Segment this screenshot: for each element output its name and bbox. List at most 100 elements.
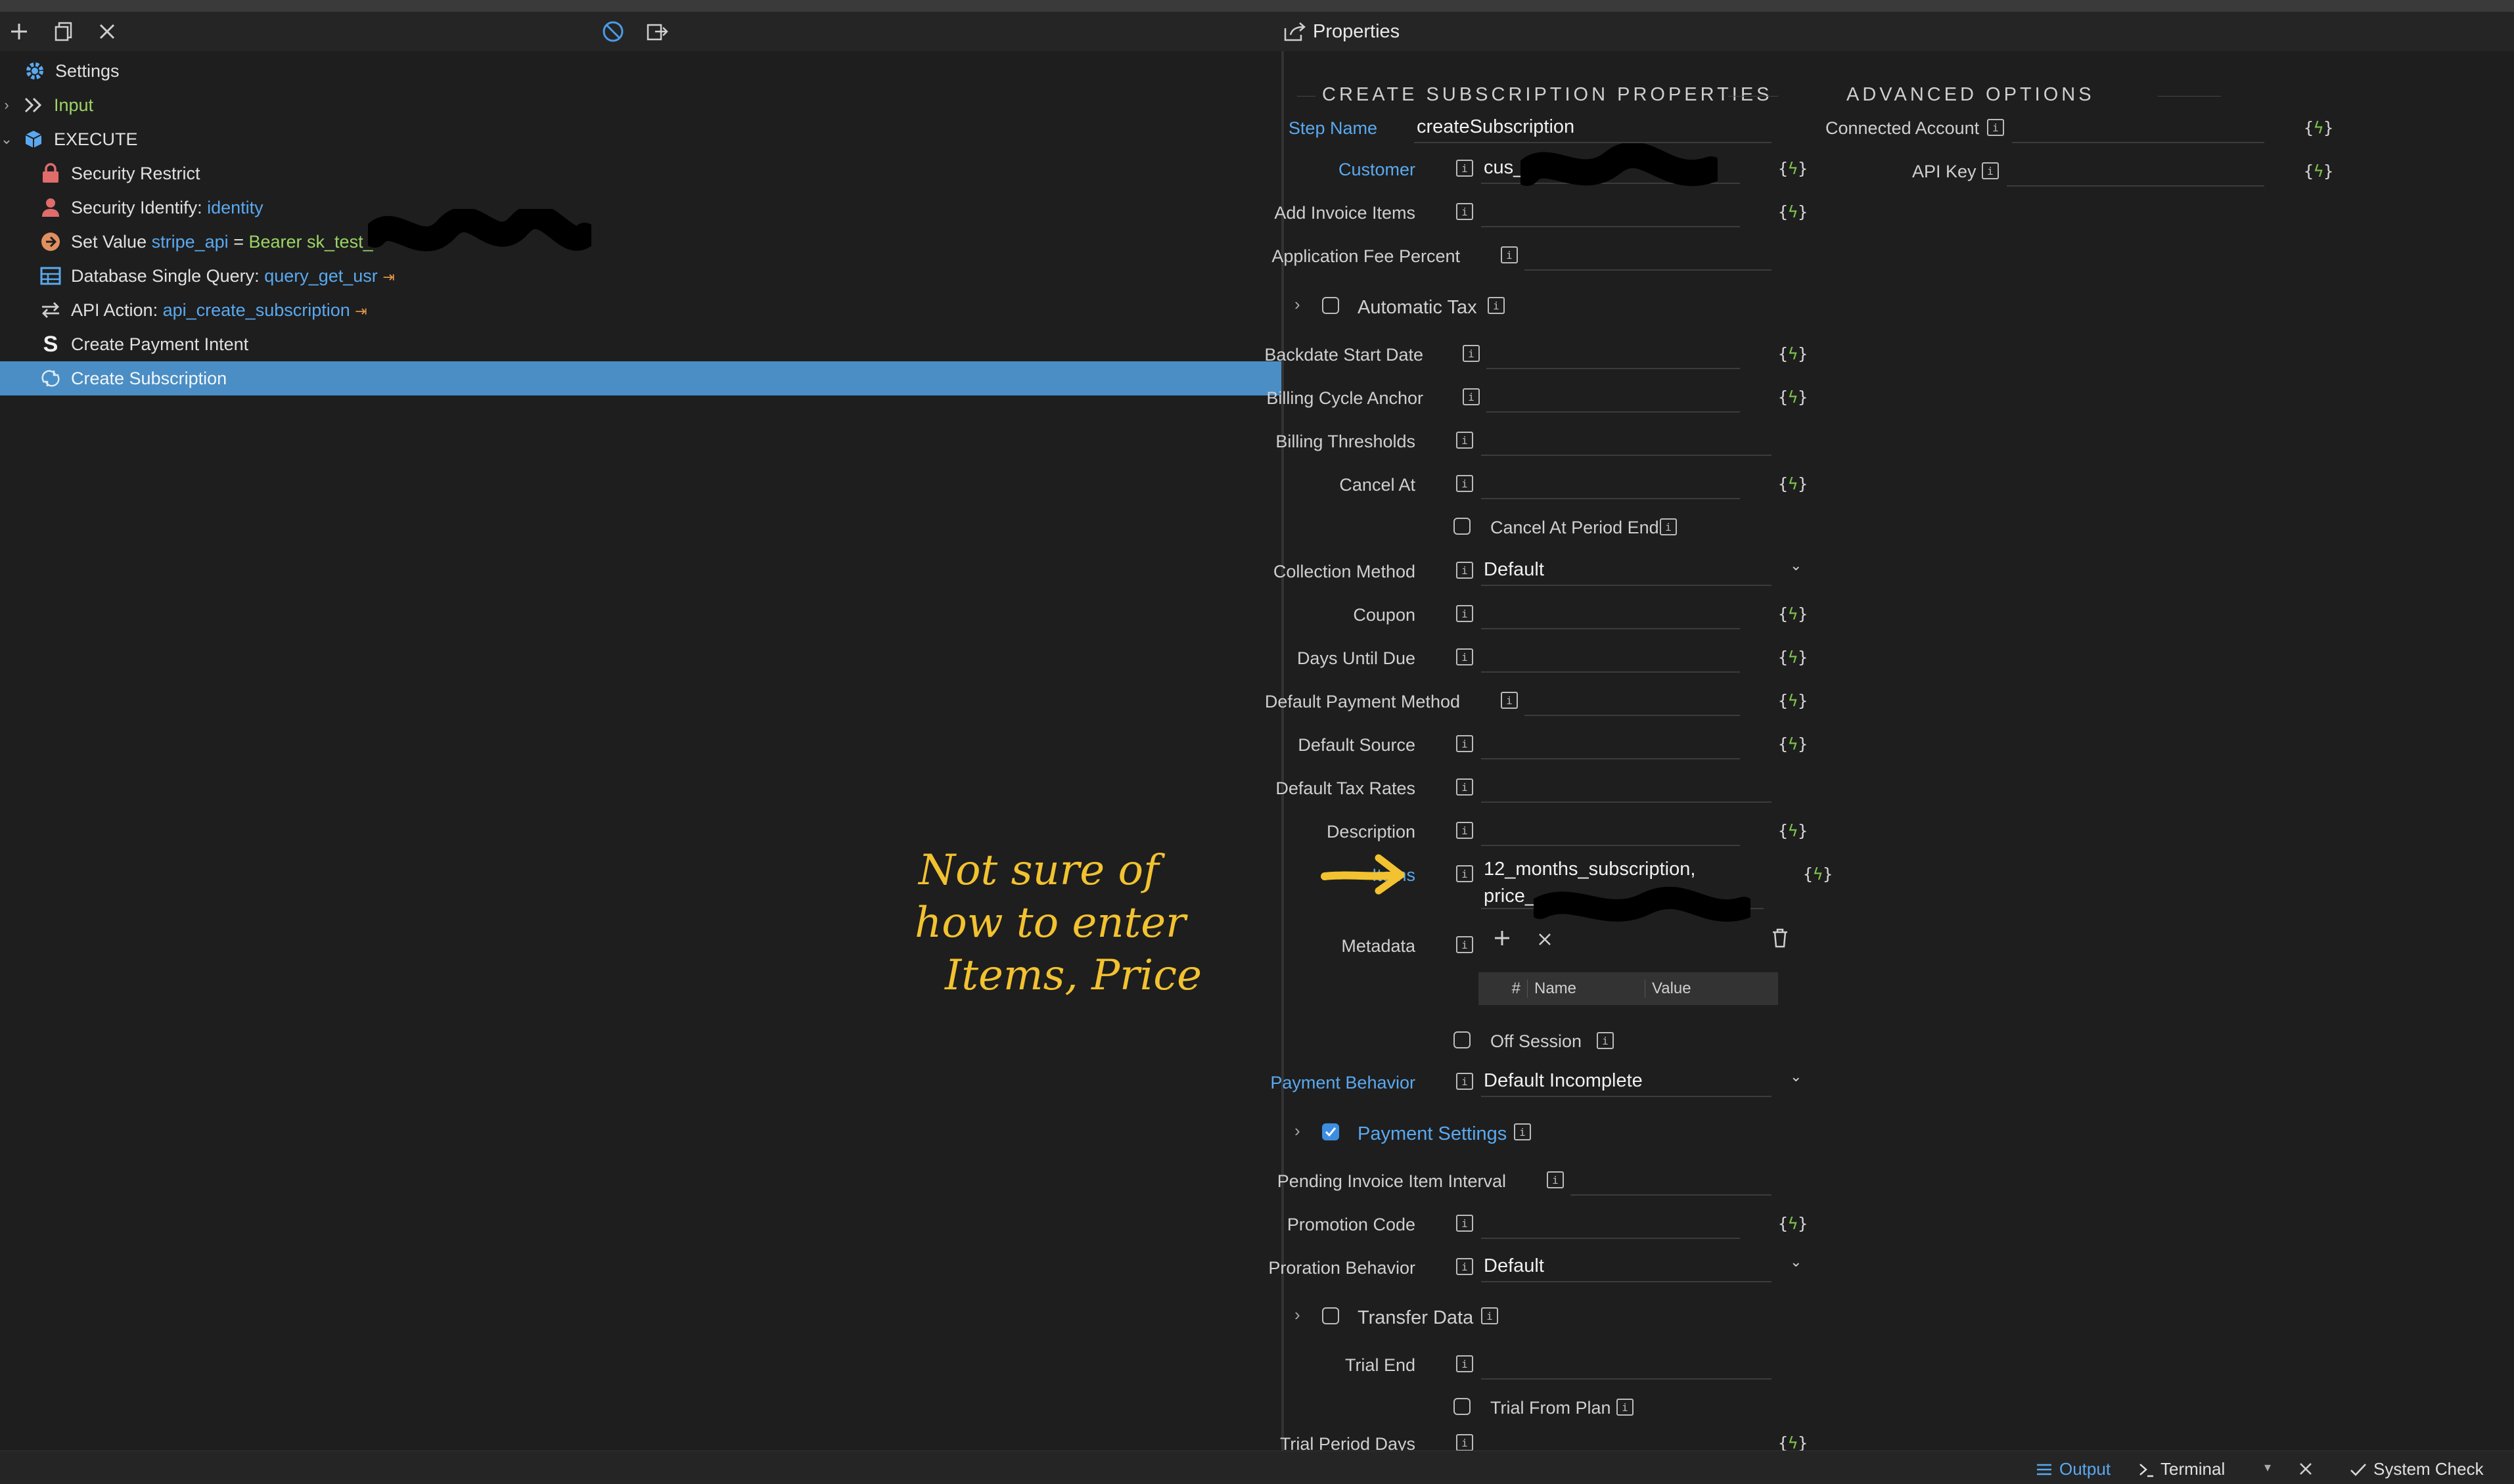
billing-thresholds-input[interactable] [1481,424,1771,456]
info-icon[interactable]: i [1456,822,1473,839]
info-icon[interactable]: i [1547,1171,1564,1188]
info-icon[interactable]: i [1660,518,1677,535]
info-icon[interactable]: i [1456,562,1473,579]
default-payment-method-input[interactable] [1524,685,1740,716]
application-fee-percent-input[interactable] [1524,239,1771,271]
dynamic-data-icon[interactable]: {ϟ} [1778,344,1808,363]
info-icon[interactable]: i [1456,1073,1473,1090]
chevron-down-icon[interactable]: ⌄ [0,131,13,148]
tree-item-settings[interactable]: Settings [0,54,1305,88]
add-row-icon[interactable] [1493,929,1511,952]
output-tab[interactable]: Output [2036,1459,2111,1479]
info-icon[interactable]: i [1456,432,1473,449]
default-source-input[interactable] [1481,728,1740,759]
info-icon[interactable]: i [1616,1399,1634,1416]
chevron-down-icon[interactable]: ⌄ [1790,1068,1802,1085]
connected-account-input[interactable] [2012,112,2264,143]
dynamic-data-icon[interactable]: {ϟ} [1778,604,1808,623]
tree-item-database-query[interactable]: Database Single Query: query_get_usr ⇥ [0,259,1321,293]
default-tax-rates-input[interactable] [1481,771,1771,803]
promotion-code-input[interactable] [1481,1207,1740,1239]
system-check-button[interactable]: System Check [2350,1459,2484,1479]
dynamic-data-icon[interactable]: {ϟ} [1778,734,1808,753]
dynamic-data-icon[interactable]: {ϟ} [1778,159,1808,178]
automatic-tax-checkbox[interactable] [1322,297,1339,314]
days-until-due-input[interactable] [1481,641,1740,673]
tree-item-set-value[interactable]: Set Value stripe_api = Bearer sk_test_ [0,225,1321,259]
description-input[interactable] [1481,815,1740,846]
tree-item-create-payment-intent[interactable]: S Create Payment Intent [0,327,1321,361]
collection-method-select[interactable]: Default [1481,554,1771,586]
info-icon[interactable]: i [1481,1307,1498,1324]
trial-from-plan-checkbox[interactable] [1453,1398,1471,1415]
dynamic-data-icon[interactable]: {ϟ} [1778,1433,1808,1452]
clear-icon[interactable] [1538,931,1552,951]
coupon-input[interactable] [1481,598,1740,629]
info-icon[interactable]: i [1456,203,1473,220]
dynamic-data-icon[interactable]: {ϟ} [1778,691,1808,710]
cancel-at-period-end-checkbox[interactable] [1453,518,1471,535]
info-icon[interactable]: i [1456,1434,1473,1451]
info-icon[interactable]: i [1456,1258,1473,1275]
info-icon[interactable]: i [1463,345,1480,362]
info-icon[interactable]: i [1987,119,2004,136]
chevron-down-icon[interactable]: ⌄ [1790,1253,1802,1270]
dynamic-data-icon[interactable]: {ϟ} [1778,202,1808,221]
tree-item-security-restrict[interactable]: Security Restrict [0,156,1321,191]
info-icon[interactable]: i [1463,388,1480,405]
backdate-start-date-input[interactable] [1486,338,1740,369]
pending-invoice-item-interval-input[interactable] [1570,1164,1771,1196]
tree-item-input[interactable]: › Input [0,88,1281,122]
info-icon[interactable]: i [1597,1032,1614,1049]
dynamic-data-icon[interactable]: {ϟ} [1778,648,1808,667]
api-key-input[interactable] [2007,155,2264,187]
info-icon[interactable]: i [1456,735,1473,752]
info-icon[interactable]: i [1982,162,1999,179]
info-icon[interactable]: i [1514,1123,1531,1140]
info-icon[interactable]: i [1456,936,1473,953]
chevron-right-icon[interactable]: › [1294,1121,1300,1141]
info-icon[interactable]: i [1456,160,1473,177]
billing-cycle-anchor-input[interactable] [1486,381,1740,413]
dynamic-data-icon[interactable]: {ϟ} [2304,162,2333,181]
chevron-down-icon[interactable]: ⌄ [1790,557,1802,574]
dropdown-caret-icon[interactable]: ▾ [2264,1459,2271,1475]
dynamic-data-icon[interactable]: {ϟ} [1778,821,1808,840]
tree-item-security-identify[interactable]: Security Identify: identity [0,191,1321,225]
step-name-input[interactable]: createSubscription [1414,112,1771,143]
dynamic-data-icon[interactable]: {ϟ} [1778,388,1808,407]
tree-item-execute[interactable]: ⌄ EXECUTE [0,122,1281,156]
payment-behavior-select[interactable]: Default Incomplete [1481,1066,1771,1097]
tree-item-create-subscription[interactable]: Create Subscription [0,361,1321,395]
payment-settings-checkbox[interactable] [1322,1123,1339,1140]
tree-item-api-action[interactable]: API Action: api_create_subscription ⇥ [0,293,1321,327]
info-icon[interactable]: i [1456,865,1473,882]
add-invoice-items-input[interactable] [1481,196,1740,227]
share-icon[interactable] [1279,15,1312,48]
info-icon[interactable]: i [1456,475,1473,492]
dynamic-data-icon[interactable]: {ϟ} [1803,865,1833,884]
transfer-data-checkbox[interactable] [1322,1307,1339,1324]
export-icon[interactable] [641,15,674,48]
chevron-right-icon[interactable]: › [1294,294,1300,315]
info-icon[interactable]: i [1456,778,1473,796]
info-icon[interactable]: i [1456,648,1473,665]
info-icon[interactable]: i [1456,1215,1473,1232]
info-icon[interactable]: i [1501,246,1518,263]
info-icon[interactable]: i [1456,1355,1473,1372]
trash-icon[interactable] [1770,928,1790,953]
chevron-right-icon[interactable]: › [1294,1305,1300,1325]
add-icon[interactable] [3,15,35,48]
disable-icon[interactable] [597,15,629,48]
off-session-checkbox[interactable] [1453,1031,1471,1048]
info-icon[interactable]: i [1456,605,1473,622]
close-icon[interactable] [91,15,124,48]
info-icon[interactable]: i [1488,297,1505,314]
dynamic-data-icon[interactable]: {ϟ} [1778,474,1808,493]
dynamic-data-icon[interactable]: {ϟ} [2304,118,2333,137]
cancel-at-input[interactable] [1481,468,1740,499]
proration-behavior-select[interactable]: Default [1481,1251,1771,1282]
dynamic-data-icon[interactable]: {ϟ} [1778,1214,1808,1233]
copy-icon[interactable] [47,15,80,48]
close-panel-icon[interactable] [2298,1460,2313,1481]
